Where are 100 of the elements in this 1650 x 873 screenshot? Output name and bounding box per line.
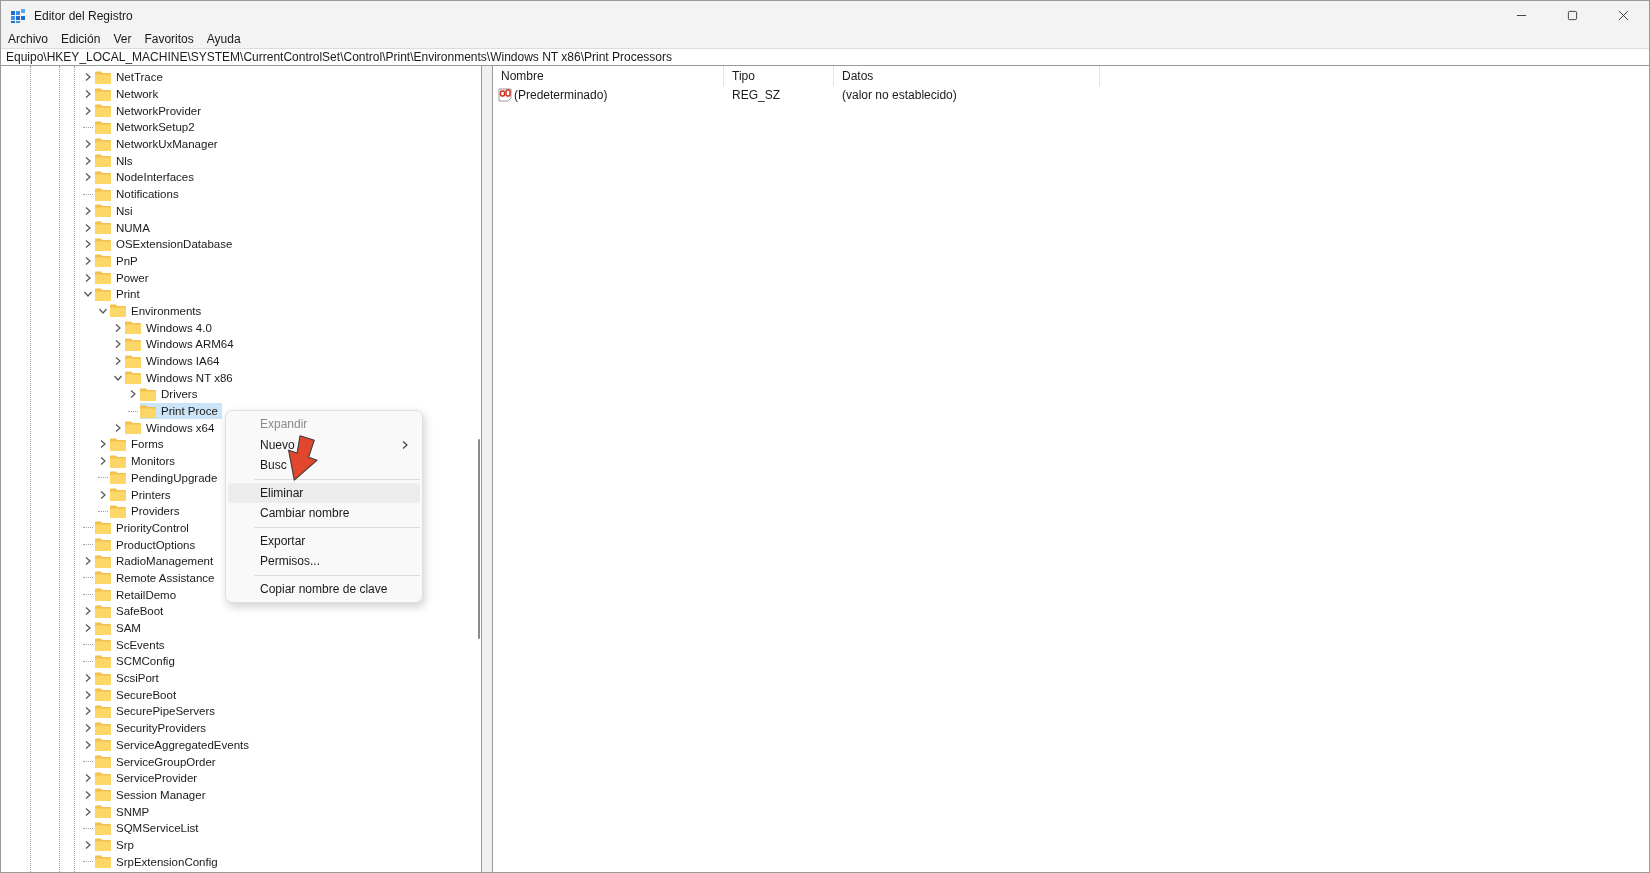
- tree-item[interactable]: Forms: [110, 436, 168, 453]
- value-data: (valor no establecido): [841, 88, 958, 102]
- address-field[interactable]: Equipo\HKEY_LOCAL_MACHINE\SYSTEM\CurrentControlSet\Control\Print\Environments\Windows NT x86\Print Processors: [1, 48, 1649, 66]
- tree-item[interactable]: ServiceGroupOrder: [95, 753, 220, 770]
- expand-chevron-icon[interactable]: [83, 139, 93, 150]
- tree-item[interactable]: NodeInterfaces: [95, 169, 198, 186]
- tree-item[interactable]: Environments: [110, 302, 206, 319]
- folder-icon: [95, 771, 111, 785]
- tree-item[interactable]: SNMP: [95, 803, 154, 820]
- tree-item[interactable]: Drivers: [140, 386, 202, 403]
- tree-item[interactable]: Nsi: [95, 202, 137, 219]
- expand-chevron-icon[interactable]: [98, 489, 108, 500]
- column-header[interactable]: Tipo: [724, 66, 834, 86]
- column-header[interactable]: Datos: [834, 66, 1100, 86]
- menu-item[interactable]: Ayuda: [206, 32, 241, 46]
- tree-item[interactable]: SAM: [95, 620, 145, 637]
- context-menu-item[interactable]: Permisos...: [228, 551, 420, 572]
- tree-item[interactable]: Notifications: [95, 186, 183, 203]
- expand-chevron-icon[interactable]: [83, 806, 93, 817]
- tree-item[interactable]: Print: [95, 286, 144, 303]
- tree-item[interactable]: NetworkUxManager: [95, 136, 222, 153]
- expand-chevron-icon[interactable]: [83, 689, 93, 700]
- tree-item[interactable]: SecurePipeServers: [95, 703, 220, 720]
- tree-item[interactable]: Power: [95, 269, 153, 286]
- expand-chevron-icon[interactable]: [128, 389, 138, 400]
- expand-chevron-icon[interactable]: [83, 172, 93, 183]
- expand-chevron-icon[interactable]: [83, 255, 93, 266]
- expand-chevron-icon[interactable]: [83, 706, 93, 717]
- expand-chevron-icon[interactable]: [83, 72, 93, 83]
- tree-item[interactable]: RadioManagement: [95, 553, 218, 570]
- menu-item[interactable]: Edición: [61, 32, 101, 46]
- expand-chevron-icon[interactable]: [113, 356, 123, 367]
- context-menu-item[interactable]: Cambiar nombre: [228, 503, 420, 524]
- tree-item[interactable]: PriorityControl: [95, 519, 193, 536]
- tree-item[interactable]: SQMServiceList: [95, 820, 203, 837]
- tree-item[interactable]: Srp: [95, 836, 138, 853]
- tree-item[interactable]: NetworkSetup2: [95, 119, 199, 136]
- expand-chevron-icon[interactable]: [83, 105, 93, 116]
- expand-chevron-icon[interactable]: [83, 839, 93, 850]
- tree-item[interactable]: PnP: [95, 252, 142, 269]
- context-menu-item[interactable]: Nuevo: [228, 434, 420, 455]
- expand-chevron-icon[interactable]: [83, 556, 93, 567]
- context-menu-item[interactable]: Eliminar: [228, 482, 420, 503]
- expand-chevron-icon[interactable]: [83, 723, 93, 734]
- expand-chevron-icon[interactable]: [83, 89, 93, 100]
- tree-item[interactable]: Windows NT x86: [125, 369, 237, 386]
- expand-chevron-icon[interactable]: [83, 739, 93, 750]
- tree-item[interactable]: Monitors: [110, 453, 180, 470]
- tree-item[interactable]: SecurityProviders: [95, 720, 211, 737]
- menu-item[interactable]: Ver: [113, 32, 132, 46]
- tree-item[interactable]: SafeBoot: [95, 603, 168, 620]
- expand-chevron-icon[interactable]: [83, 155, 93, 166]
- expand-chevron-icon[interactable]: [83, 606, 93, 617]
- tree-item[interactable]: Printers: [110, 486, 175, 503]
- menu-item[interactable]: Favoritos: [144, 32, 194, 46]
- expand-chevron-icon[interactable]: [98, 439, 108, 450]
- expand-chevron-icon[interactable]: [83, 623, 93, 634]
- expand-chevron-icon[interactable]: [83, 789, 93, 800]
- expand-chevron-icon[interactable]: [113, 339, 123, 350]
- tree-item[interactable]: Nls: [95, 152, 137, 169]
- expand-chevron-icon[interactable]: [113, 322, 123, 333]
- tree-item[interactable]: ProductOptions: [95, 536, 200, 553]
- tree-item[interactable]: ServiceAggregatedEvents: [95, 736, 253, 753]
- tree-item[interactable]: PendingUpgrade: [110, 469, 222, 486]
- context-menu-item[interactable]: Exportar: [228, 530, 420, 551]
- tree-item[interactable]: SecureBoot: [95, 686, 181, 703]
- tree-item[interactable]: ServiceProvider: [95, 770, 202, 787]
- tree-item[interactable]: NUMA: [95, 219, 154, 236]
- expand-chevron-icon[interactable]: [83, 239, 93, 250]
- expand-chevron-icon[interactable]: [83, 272, 93, 283]
- value-name[interactable]: (Predeterminado): [514, 88, 608, 102]
- tree-item[interactable]: Print Proce: [140, 403, 222, 420]
- menu-item[interactable]: Archivo: [8, 32, 48, 46]
- tree-item[interactable]: Session Manager: [95, 786, 210, 803]
- tree-item[interactable]: Windows 4.0: [125, 319, 216, 336]
- folder-icon: [140, 404, 156, 418]
- tree-item[interactable]: Windows ARM64: [125, 336, 238, 353]
- tree-item[interactable]: Providers: [110, 503, 184, 520]
- tree-item[interactable]: Windows IA64: [125, 353, 224, 370]
- tree-item[interactable]: RetailDemo: [95, 586, 181, 603]
- tree-item[interactable]: Remote Assistance: [95, 569, 219, 586]
- tree-item[interactable]: NetTrace: [95, 69, 167, 86]
- expand-chevron-icon[interactable]: [83, 205, 93, 216]
- tree-item[interactable]: SrpExtensionConfig: [95, 853, 222, 870]
- expand-chevron-icon[interactable]: [98, 456, 108, 467]
- scrollbar-thumb[interactable]: [478, 439, 480, 639]
- tree-item[interactable]: OSExtensionDatabase: [95, 236, 237, 253]
- expand-chevron-icon[interactable]: [83, 222, 93, 233]
- expand-chevron-icon[interactable]: [83, 773, 93, 784]
- context-menu-item[interactable]: Busc: [228, 455, 420, 476]
- tree-item[interactable]: ScEvents: [95, 636, 169, 653]
- expand-chevron-icon[interactable]: [83, 673, 93, 684]
- context-menu-item[interactable]: Copiar nombre de clave: [228, 578, 420, 599]
- tree-item[interactable]: SCMConfig: [95, 653, 179, 670]
- tree-item[interactable]: ScsiPort: [95, 670, 163, 687]
- expand-chevron-icon[interactable]: [113, 422, 123, 433]
- column-header[interactable]: Nombre: [493, 66, 724, 86]
- tree-item[interactable]: Network: [95, 86, 163, 103]
- tree-item[interactable]: NetworkProvider: [95, 102, 205, 119]
- tree-item[interactable]: Windows x64: [125, 419, 219, 436]
